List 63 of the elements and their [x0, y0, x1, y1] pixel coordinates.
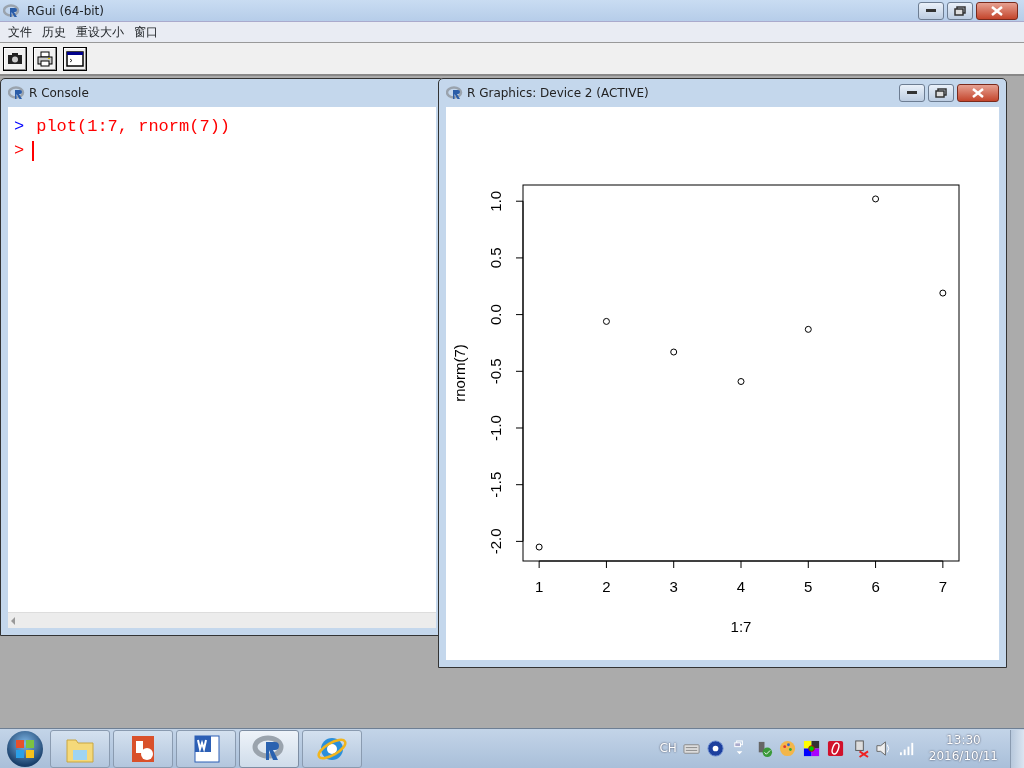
printer-icon — [36, 49, 54, 68]
menu-item[interactable]: 重设大小 — [71, 22, 129, 42]
x-axis-label: 1:7 — [730, 618, 752, 635]
y-tick-label: 1.0 — [487, 190, 504, 212]
window-title: R Graphics: Device 2 (ACTIVE) — [467, 85, 649, 102]
y-axis-label: rnorm(7) — [451, 344, 468, 402]
horizontal-scrollbar[interactable] — [8, 612, 436, 628]
minimize-button[interactable] — [918, 1, 944, 20]
y-tick-label: -0.5 — [487, 358, 504, 385]
window-title: R Console — [29, 85, 89, 102]
data-point — [602, 317, 610, 325]
x-tick-label: 7 — [938, 578, 947, 595]
x-tick-label: 3 — [669, 578, 678, 595]
data-point — [939, 289, 947, 297]
taskbar-button[interactable] — [176, 729, 236, 768]
restore-icon — [935, 88, 947, 98]
start-button[interactable] — [6, 729, 44, 768]
x-tick-label: 5 — [804, 578, 813, 595]
data-point — [737, 378, 745, 385]
color-grid-icon[interactable] — [802, 739, 821, 758]
x-tick-label: 6 — [871, 578, 880, 595]
close-icon — [991, 5, 1003, 16]
y-tick-label: -1.0 — [487, 415, 504, 441]
x-tick-label: 2 — [602, 578, 611, 595]
data-point — [535, 543, 543, 551]
console-button[interactable] — [63, 46, 87, 71]
menu-item[interactable]: 文件 — [3, 22, 37, 42]
prompt: > — [14, 140, 25, 163]
help-icon[interactable] — [706, 739, 725, 758]
print-button[interactable] — [33, 46, 57, 71]
console-window-icon — [66, 49, 84, 68]
restore-icon — [954, 5, 966, 16]
swirl-app-icon[interactable] — [826, 739, 845, 758]
restore-button[interactable] — [947, 1, 973, 20]
data-point — [670, 348, 678, 356]
logo-icon — [3, 3, 21, 18]
menu-item[interactable]: 历史 — [37, 22, 71, 42]
close-icon — [972, 88, 984, 98]
prompt: > — [14, 116, 25, 139]
x-tick-label: 1 — [535, 578, 544, 595]
window-title: RGui (64-bit) — [27, 2, 104, 20]
logo-icon — [446, 86, 464, 100]
y-tick-label: 0.0 — [487, 304, 504, 326]
taskbar-button[interactable] — [302, 729, 362, 768]
taskbar-button[interactable] — [113, 729, 173, 768]
close-button[interactable] — [976, 1, 1018, 20]
screenshot-button[interactable] — [3, 46, 27, 71]
menu-item[interactable]: 窗口 — [129, 22, 163, 42]
console-area[interactable]: > plot(1:7, rnorm(7)) > — [8, 107, 436, 612]
restore-button[interactable] — [928, 84, 954, 102]
taskbar-button[interactable] — [239, 729, 299, 768]
data-point — [804, 325, 812, 333]
minimize-button[interactable] — [899, 84, 925, 102]
close-button[interactable] — [957, 84, 999, 102]
y-tick-label: 0.5 — [487, 247, 504, 269]
y-tick-label: -1.5 — [487, 471, 504, 498]
logo-icon — [8, 86, 26, 100]
y-tick-label: -2.0 — [487, 528, 504, 555]
minimize-icon — [926, 8, 936, 13]
x-tick-label: 4 — [736, 578, 746, 595]
command-text: plot(1:7, rnorm(7)) — [36, 116, 231, 139]
data-point — [872, 195, 880, 203]
minimize-icon — [907, 91, 917, 95]
